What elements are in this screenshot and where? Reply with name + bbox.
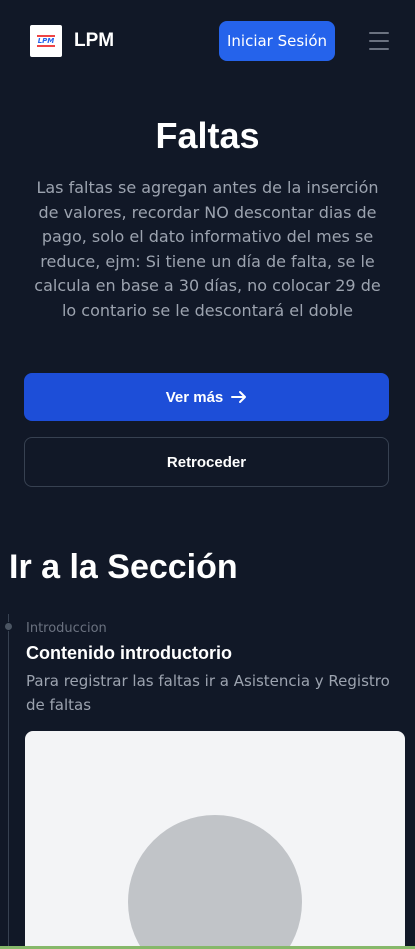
logo-text: LPM [36,35,56,47]
image-placeholder [25,731,405,949]
placeholder-circle [128,815,302,949]
navbar: LPM LPM Iniciar Sesión [0,0,415,84]
arrow-right-icon [231,391,247,403]
timeline-item-text: Para registrar las faltas ir a Asistenci… [26,672,390,714]
timeline-dot [4,622,13,631]
timeline-item-heading: Contenido introductorio [26,643,232,663]
timeline-line [8,614,9,949]
logo[interactable]: LPM [30,25,62,57]
section-title: Ir a la Sección [9,548,238,586]
hamburger-icon[interactable] [369,32,389,50]
ver-mas-label: Ver más [165,388,224,406]
brand-name[interactable]: LPM [74,30,114,52]
ver-mas-button[interactable]: Ver más [24,373,389,421]
page-title: Faltas [155,115,260,156]
timeline-item-meta: Introduccion [26,621,107,636]
retroceder-button[interactable]: Retroceder [24,437,389,487]
page-description: Las faltas se agregan antes de la inserc… [34,178,381,320]
login-button[interactable]: Iniciar Sesión [219,21,335,61]
